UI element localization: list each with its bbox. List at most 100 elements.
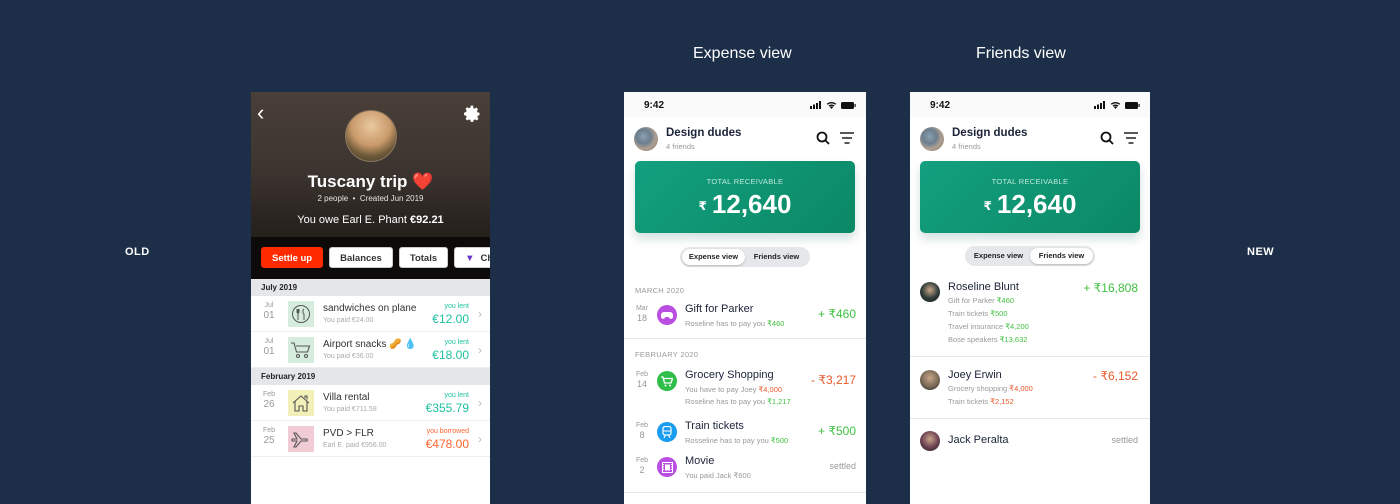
detail-text: Roseline has to pay you <box>685 319 768 328</box>
detail-text: You have to pay Joey <box>685 385 759 394</box>
heart-emoji: ❤️ <box>412 172 434 191</box>
gear-icon[interactable] <box>462 104 482 124</box>
group-name: Design dudes <box>952 127 1028 139</box>
item-paid: You paid €711.58 <box>323 406 377 413</box>
expense-list: July 2019 Jul 01 sandwiches on plane You pai… <box>251 279 490 457</box>
list-item[interactable]: Feb 26 Villa rental You paid €711.58 you len… <box>251 385 490 421</box>
item-day: 2 <box>639 465 645 475</box>
list-item[interactable]: Mar 18 Gift for Parker Roseline has to pay … <box>624 303 866 340</box>
owe-summary: You owe Earl E. Phant €92.21 <box>297 214 444 226</box>
friend-detail: Bose speakers ₹13,632 <box>948 335 1027 344</box>
plane-icon <box>288 426 314 452</box>
totals-button[interactable]: Totals <box>398 247 449 268</box>
friends-view-screen: 9:42 Design dudes 4 friends TOTAL RECEIV… <box>910 92 1150 504</box>
friend-avatar <box>920 282 940 302</box>
friend-name: Roseline Blunt <box>948 281 1019 293</box>
item-amount: €478.00 <box>425 437 469 451</box>
search-icon[interactable] <box>816 131 830 145</box>
list-item[interactable]: Jul 01 Airport snacks 🥜 💧 You paid €36.00 yo… <box>251 332 490 368</box>
item-detail: Rosseline has to pay you ₹500 <box>685 436 788 445</box>
divider <box>624 338 866 339</box>
group-meta: 2 people • Created Jun 2019 <box>317 194 424 203</box>
charts-button[interactable]: ▼Ch <box>454 247 490 268</box>
gamepad-icon <box>657 305 677 325</box>
status-time: 9:42 <box>930 100 951 111</box>
balances-button[interactable]: Balances <box>329 247 393 268</box>
chevron-right-icon: › <box>478 396 482 410</box>
cart-icon <box>657 371 677 391</box>
list-item[interactable]: Feb 8 Train tickets Rosseline has to pay yo… <box>624 420 866 457</box>
item-paid: You paid €36.00 <box>323 353 374 360</box>
friends-view-tab[interactable]: Friends view <box>745 249 808 265</box>
item-month: Mar <box>635 305 649 312</box>
detail-amount: ₹460 <box>996 296 1015 305</box>
item-date: Feb 25 <box>259 427 279 446</box>
item-day: 01 <box>263 346 275 357</box>
filter-icon[interactable] <box>840 132 854 144</box>
group-avatar <box>345 110 397 162</box>
total-receivable-label: TOTAL RECEIVABLE <box>991 177 1069 186</box>
total-receivable-card: TOTAL RECEIVABLE ₹12,640 <box>635 161 855 233</box>
divider <box>910 418 1150 419</box>
item-date: Feb 8 <box>632 422 652 440</box>
group-avatar[interactable] <box>634 127 658 151</box>
group-friends-count: 4 friends <box>666 142 695 151</box>
item-day: 18 <box>636 313 647 323</box>
detail-text: Rosseline has to pay you <box>685 436 771 445</box>
friend-detail: Gift for Parker ₹460 <box>948 296 1014 305</box>
group-avatar[interactable] <box>920 127 944 151</box>
item-day: 8 <box>639 430 645 440</box>
item-day: 26 <box>263 399 275 410</box>
item-month: Jul <box>264 338 274 345</box>
friend-amount: settled <box>1111 435 1138 445</box>
item-amount: €355.79 <box>425 401 469 415</box>
item-date: Jul 01 <box>259 338 279 357</box>
item-date: Feb 26 <box>259 391 279 410</box>
detail-amount: ₹460 <box>767 319 785 328</box>
item-month: Feb <box>635 422 649 429</box>
item-date: Mar 18 <box>632 305 652 323</box>
search-icon[interactable] <box>1100 131 1114 145</box>
cart-icon <box>288 337 314 363</box>
filter-icon[interactable] <box>1124 132 1138 144</box>
expense-view-tab[interactable]: Expense view <box>967 248 1030 264</box>
status-bar: 9:42 <box>624 92 866 118</box>
friend-amount: + ₹16,808 <box>1083 281 1138 295</box>
friends-view-tab[interactable]: Friends view <box>1030 248 1093 264</box>
detail-amount: ₹1,217 <box>767 397 791 406</box>
total-receivable-card: TOTAL RECEIVABLE ₹12,640 <box>920 161 1140 233</box>
item-day: 14 <box>636 379 647 389</box>
item-amount: - ₹3,217 <box>811 373 856 387</box>
group-header: Design dudes 4 friends <box>910 118 1150 161</box>
item-paid: You paid €24.00 <box>323 317 374 324</box>
friend-avatar <box>920 370 940 390</box>
back-icon[interactable]: ‹ <box>257 102 275 124</box>
item-name: Grocery Shopping <box>685 369 774 381</box>
section-header: FEBRUARY 2020 <box>635 350 699 359</box>
friend-detail: Train tickets ₹500 <box>948 309 1008 318</box>
item-month: Feb <box>262 391 276 398</box>
list-item[interactable]: Feb 14 Grocery Shopping You have to pay Joe… <box>624 369 866 406</box>
battery-icon <box>1125 101 1140 109</box>
item-name: PVD > FLR <box>323 428 374 439</box>
item-detail: You have to pay Joey ₹4,000 <box>685 385 782 394</box>
expense-view-tab[interactable]: Expense view <box>682 249 745 265</box>
food-icon <box>288 301 314 327</box>
section-header: February 2019 <box>251 368 490 385</box>
item-detail: Roseline has to pay you ₹460 <box>685 319 784 328</box>
item-amount: €18.00 <box>432 348 469 362</box>
item-date: Feb 2 <box>632 457 652 475</box>
film-icon <box>657 457 677 477</box>
item-name: Movie <box>685 455 715 467</box>
item-amount: settled <box>829 461 856 471</box>
settle-up-button[interactable]: Settle up <box>261 247 324 268</box>
detail-text: Grocery shopping <box>948 384 1010 393</box>
friend-name: Jack Peralta <box>948 434 1009 446</box>
list-item[interactable]: Jul 01 sandwiches on plane You paid €24.00 y… <box>251 296 490 332</box>
item-name: Gift for Parker <box>685 303 754 315</box>
list-item[interactable]: Feb 25 PVD > FLR Earl E. paid €956.00 you bo… <box>251 421 490 457</box>
list-item[interactable]: Feb 2 Movie You paid Jack ₹600 settled <box>624 455 866 492</box>
divider <box>910 356 1150 357</box>
expense-view-title: Expense view <box>693 45 792 62</box>
item-detail: You paid Jack ₹600 <box>685 471 751 480</box>
